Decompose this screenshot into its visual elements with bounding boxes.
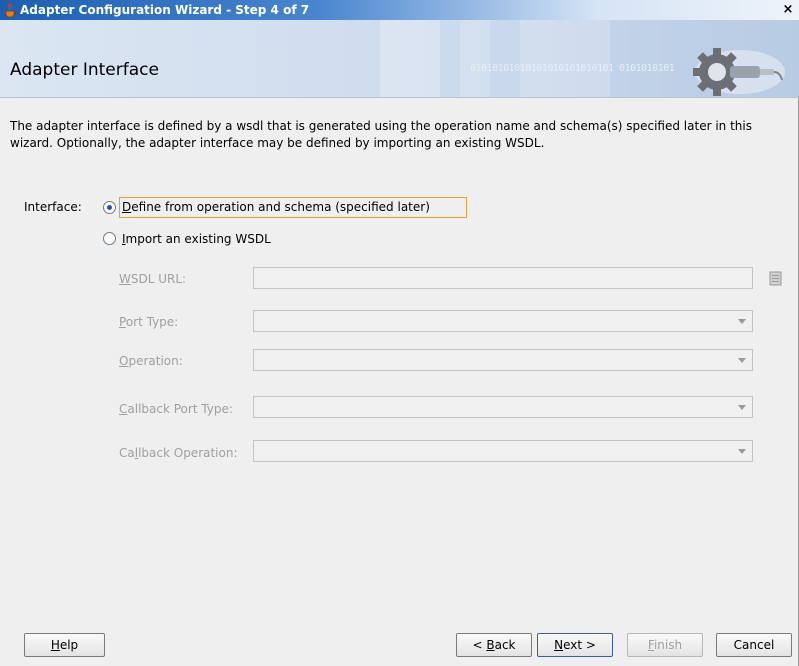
label-rest: ack	[494, 638, 516, 652]
java-cup-icon	[5, 2, 17, 18]
mnemonic: W	[119, 272, 131, 286]
wizard-window: Adapter Configuration Wizard - Step 4 of…	[0, 0, 799, 666]
finish-button[interactable]: Finish	[627, 633, 703, 657]
radio-define-from-operation[interactable]	[103, 201, 116, 214]
mnemonic: N	[554, 638, 564, 652]
page-title: Adapter Interface	[10, 60, 159, 80]
label-rest: efine from operation and schema (specifi…	[131, 200, 430, 214]
browse-folder-icon[interactable]	[768, 270, 784, 287]
banner-binary-decoration: 01010101010101010101010101 0101010101	[470, 63, 675, 74]
label-rest: ext >	[563, 638, 596, 652]
label-pre: <	[472, 638, 487, 652]
label-rest: ort Type:	[125, 315, 179, 329]
title-bar[interactable]: Adapter Configuration Wizard - Step 4 of…	[0, 0, 799, 20]
operation-dropdown[interactable]	[253, 349, 753, 371]
radio-selected-dot	[107, 205, 112, 210]
label-rest: elp	[59, 638, 79, 652]
cancel-button[interactable]: Cancel	[716, 633, 792, 657]
radio-define-label[interactable]: Define from operation and schema (specif…	[122, 200, 430, 214]
mnemonic: H	[50, 638, 60, 652]
callback-port-type-dropdown[interactable]	[253, 396, 753, 418]
wsdl-url-label: WSDL URL:	[119, 272, 186, 286]
port-type-dropdown[interactable]	[253, 310, 753, 332]
close-icon[interactable]: ×	[781, 3, 795, 17]
mnemonic: D	[122, 200, 132, 214]
banner-decor-band	[520, 20, 610, 97]
wsdl-url-input[interactable]	[253, 267, 753, 289]
window-title: Adapter Configuration Wizard - Step 4 of…	[20, 3, 310, 17]
label-pre: Ca	[119, 446, 135, 460]
gear-plug-icon	[693, 48, 785, 96]
radio-import-label[interactable]: Import an existing WSDL	[122, 232, 271, 246]
chevron-down-icon	[738, 405, 746, 410]
next-button[interactable]: Next >	[537, 633, 613, 657]
label-rest: lback Operation:	[138, 446, 238, 460]
callback-port-type-label: Callback Port Type:	[119, 402, 233, 416]
label-rest: inish	[653, 638, 683, 652]
port-type-label: Port Type:	[119, 315, 178, 329]
radio-import-wsdl[interactable]	[103, 232, 116, 245]
label-rest: SDL URL:	[130, 272, 187, 286]
label-rest: mport an existing WSDL	[125, 232, 271, 246]
help-button[interactable]: Help	[24, 633, 105, 657]
banner-decor-band	[380, 20, 440, 97]
banner-decor-band	[460, 20, 490, 97]
chevron-down-icon	[738, 358, 746, 363]
interface-label: Interface:	[24, 200, 82, 214]
operation-label: Operation:	[119, 354, 183, 368]
chevron-down-icon	[738, 449, 746, 454]
wizard-banner: 01010101010101010101010101 0101010101 Ad…	[0, 20, 799, 98]
mnemonic: P	[119, 315, 126, 329]
back-button[interactable]: < Back	[456, 633, 532, 657]
label-rest: allback Port Type:	[127, 402, 233, 416]
label-rest: peration:	[128, 354, 183, 368]
callback-operation-dropdown[interactable]	[253, 440, 753, 462]
description-text: The adapter interface is defined by a ws…	[10, 119, 752, 150]
callback-operation-label: Callback Operation:	[119, 446, 238, 460]
mnemonic: B	[486, 638, 495, 652]
chevron-down-icon	[738, 319, 746, 324]
